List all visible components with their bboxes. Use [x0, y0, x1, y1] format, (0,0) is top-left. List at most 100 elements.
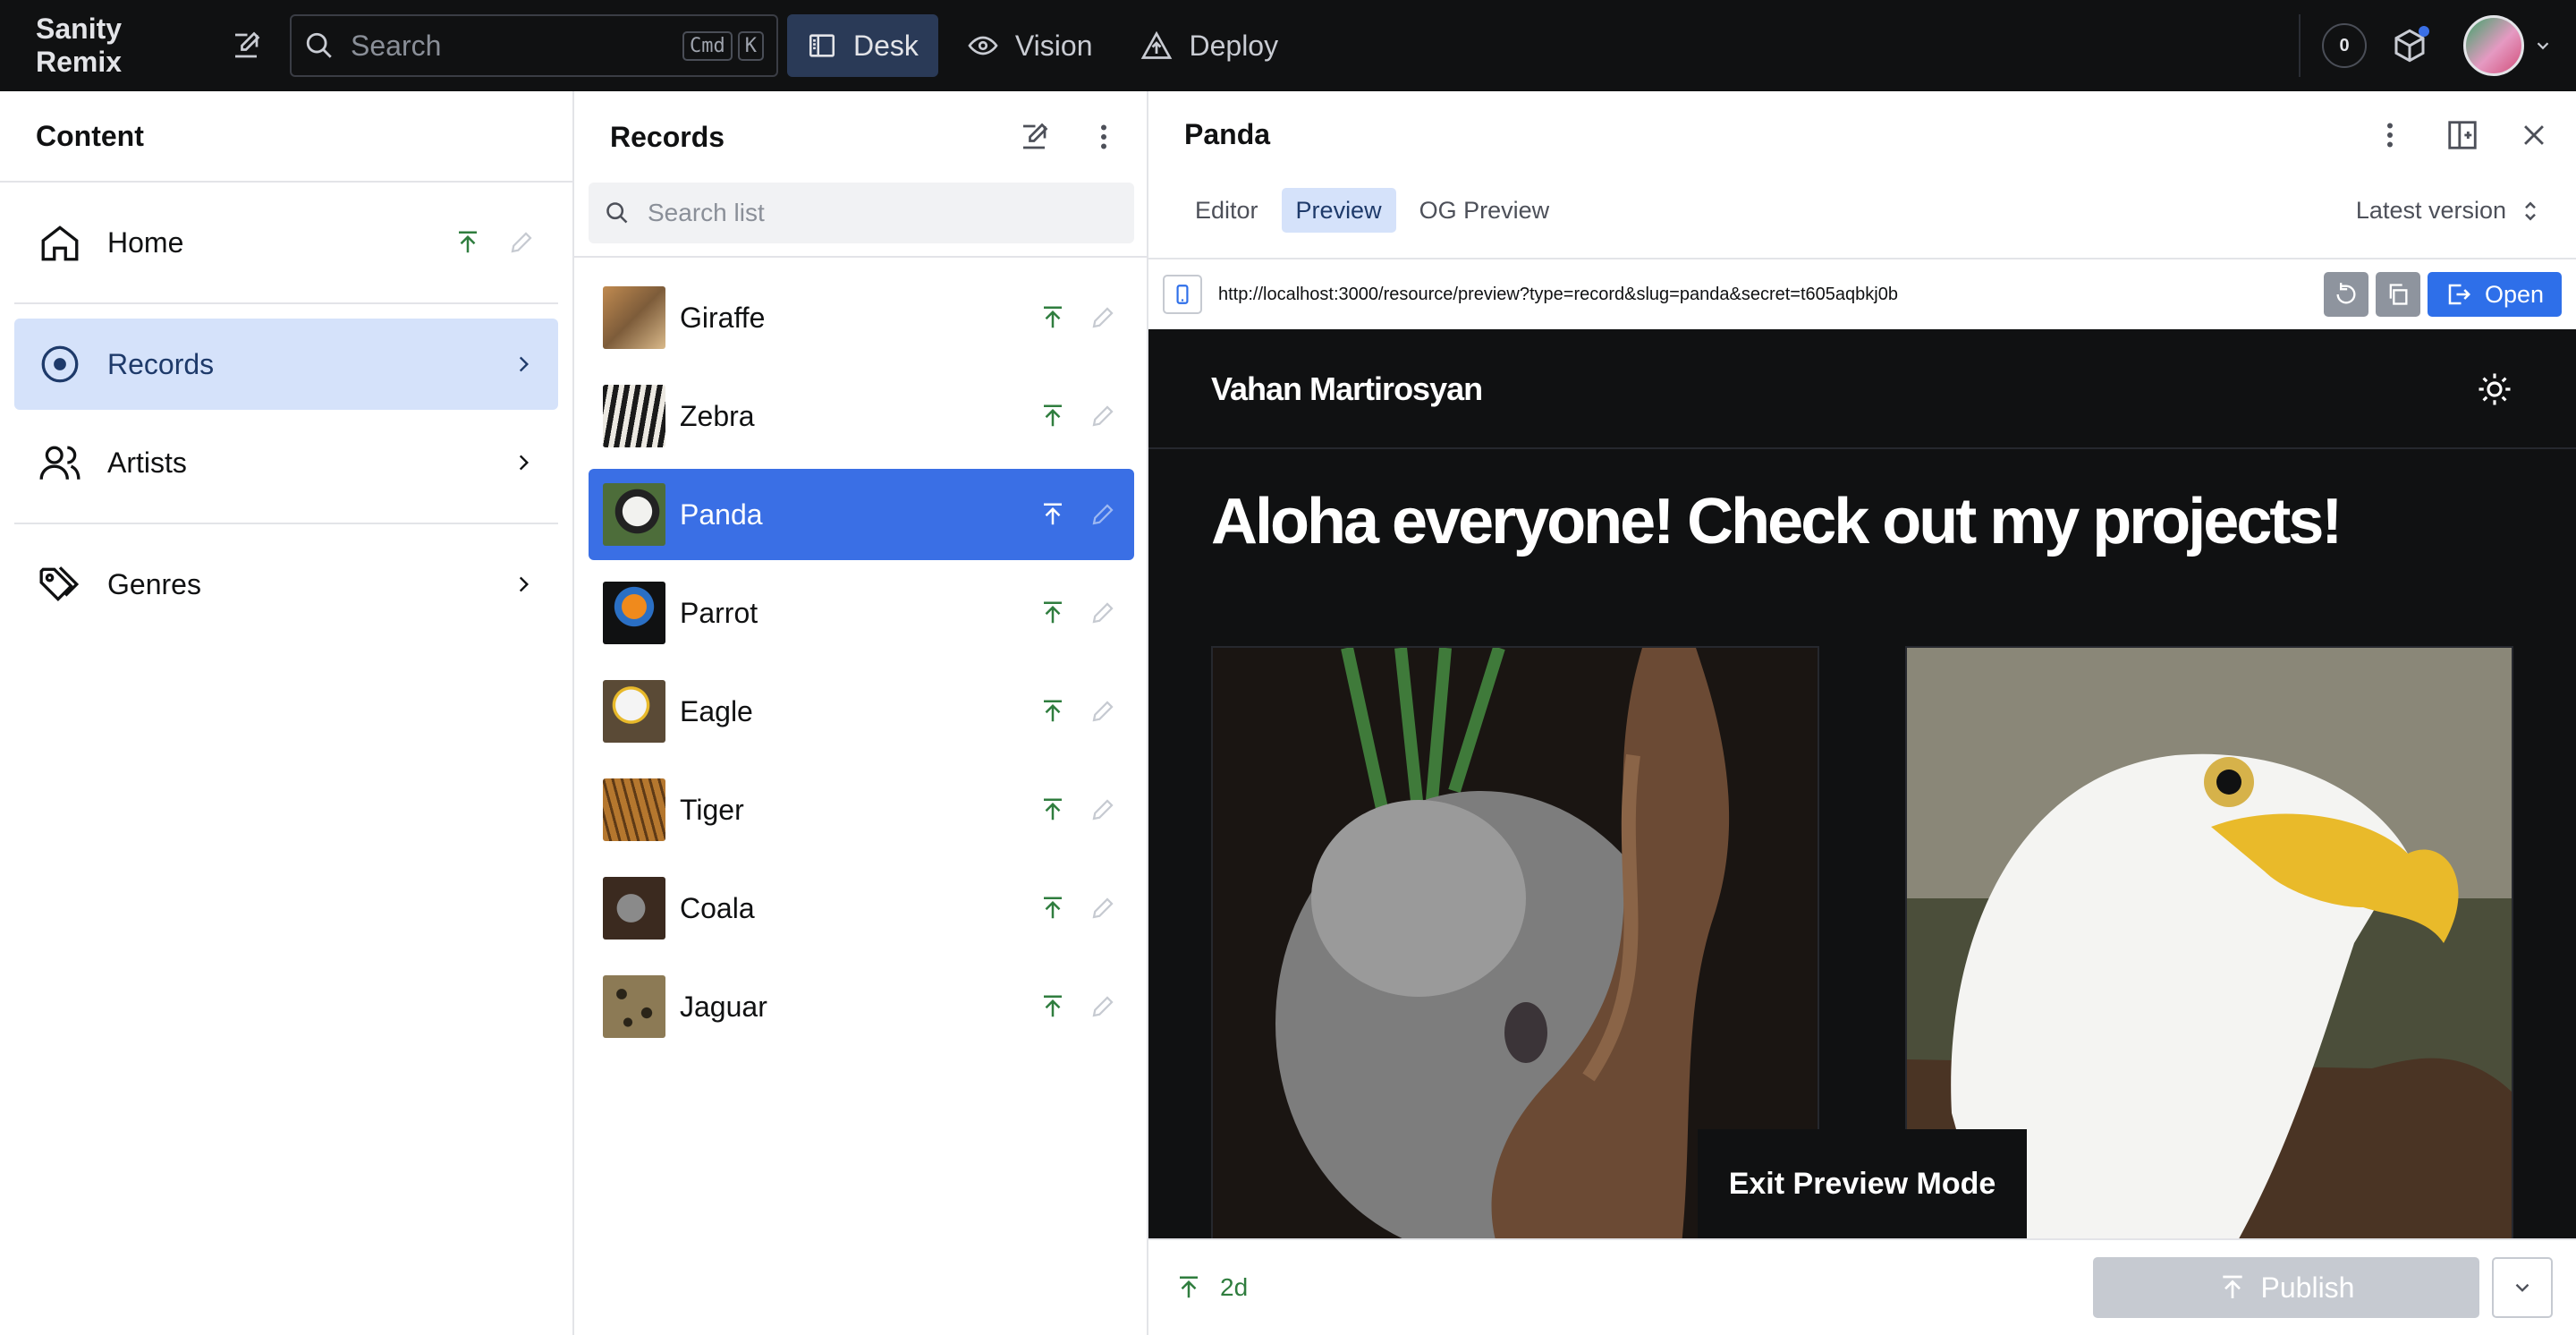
content-pane-title: Content: [0, 91, 572, 183]
menu-divider: [14, 523, 558, 524]
edit-icon: [1092, 996, 1114, 1017]
list-item[interactable]: Zebra: [589, 370, 1134, 462]
nav-vision[interactable]: Vision: [947, 14, 1113, 77]
split-pane-icon[interactable]: [2445, 118, 2479, 152]
published-icon: [1044, 995, 1062, 1017]
chevron-down-icon: [2515, 1283, 2529, 1292]
published-icon: [1044, 404, 1062, 427]
tiger-thumbnail: [603, 778, 665, 841]
content-item-artists[interactable]: Artists: [14, 417, 558, 508]
search-icon: [306, 32, 332, 58]
version-select[interactable]: Latest version: [2356, 197, 2540, 225]
shortcut-cmd: Cmd: [682, 30, 733, 61]
records-pane: Records Search list Giraffe Zebra Panda …: [574, 91, 1148, 1335]
edit-icon: [1092, 701, 1114, 722]
package-icon[interactable]: [2392, 26, 2429, 64]
list-item[interactable]: Parrot: [589, 567, 1134, 659]
content-pane: Content Home Records Artists Genres: [0, 91, 574, 1335]
record-label: Giraffe: [680, 301, 766, 334]
preview-divider: [1148, 447, 2576, 449]
app-brand[interactable]: Sanity Remix: [36, 13, 215, 79]
mobile-icon: [1176, 285, 1189, 304]
open-external-icon: [2448, 284, 2470, 305]
record-label: Eagle: [680, 694, 753, 727]
close-icon[interactable]: [2519, 120, 2549, 150]
global-search[interactable]: Search Cmd K: [290, 14, 778, 77]
edit-icon: [511, 232, 532, 253]
content-item-label: Artists: [107, 446, 187, 479]
record-label: Parrot: [680, 596, 758, 629]
open-label: Open: [2484, 280, 2544, 308]
nav-vision-label: Vision: [1014, 29, 1093, 62]
list-item[interactable]: Jaguar: [589, 961, 1134, 1052]
records-title: Records: [610, 120, 725, 153]
document-actions-menu[interactable]: [2492, 1257, 2553, 1318]
tab-preview[interactable]: Preview: [1281, 188, 1396, 233]
preview-site-name[interactable]: Vahan Martirosyan: [1211, 370, 1483, 408]
home-icon: [41, 225, 79, 261]
tags-icon: [39, 566, 80, 602]
reload-button[interactable]: [2323, 272, 2368, 317]
eye-icon: [968, 36, 998, 55]
content-item-records[interactable]: Records: [14, 319, 558, 410]
list-item-selected[interactable]: Panda: [589, 469, 1134, 560]
more-vertical-icon[interactable]: [1088, 121, 1120, 153]
record-label: Coala: [680, 891, 755, 924]
content-item-home[interactable]: Home: [14, 197, 558, 288]
record-label: Zebra: [680, 399, 755, 432]
list-item[interactable]: Eagle: [589, 666, 1134, 757]
notification-badge[interactable]: 0: [2322, 23, 2367, 68]
chevron-right-icon: [519, 455, 530, 471]
open-button[interactable]: Open: [2427, 272, 2562, 317]
more-vertical-icon[interactable]: [2374, 119, 2406, 151]
preview-url[interactable]: http://localhost:3000/resource/preview?t…: [1218, 285, 2324, 305]
tab-og-preview[interactable]: OG Preview: [1405, 188, 1564, 233]
document-pane: Panda Editor Preview OG Preview Latest v…: [1148, 91, 2576, 1335]
nav-deploy[interactable]: Deploy: [1121, 14, 1298, 77]
chevron-right-icon: [519, 576, 530, 592]
records-search-placeholder: Search list: [648, 199, 765, 226]
published-icon: [1044, 897, 1062, 919]
nav-desk-label: Desk: [853, 29, 919, 62]
record-label: Jaguar: [680, 990, 767, 1023]
edit-icon: [1092, 897, 1114, 919]
compose-icon[interactable]: [1018, 121, 1050, 153]
records-search-input[interactable]: Search list: [589, 183, 1134, 243]
shortcut-k: K: [737, 30, 764, 61]
desk-icon: [809, 34, 835, 57]
mobile-toggle[interactable]: [1163, 275, 1202, 314]
document-actions: [2374, 118, 2549, 152]
chevron-down-icon[interactable]: [2533, 36, 2553, 55]
content-item-genres[interactable]: Genres: [14, 539, 558, 630]
copy-button[interactable]: [2375, 272, 2420, 317]
reload-icon: [2336, 283, 2356, 304]
publish-label: Publish: [2260, 1271, 2355, 1304]
avatar[interactable]: [2463, 15, 2524, 76]
exit-preview-button[interactable]: Exit Preview Mode: [1698, 1129, 2027, 1238]
record-label: Tiger: [680, 793, 744, 826]
preview-headline: Aloha everyone! Check out my projects!: [1211, 486, 2343, 557]
zebra-thumbnail: [603, 385, 665, 447]
list-item[interactable]: Coala: [589, 863, 1134, 954]
nav-deploy-label: Deploy: [1189, 29, 1279, 62]
sun-icon[interactable]: [2476, 370, 2513, 408]
publish-button[interactable]: Publish: [2093, 1257, 2479, 1318]
record-label: Panda: [680, 497, 763, 531]
document-footer: 2d Publish: [1148, 1238, 2576, 1335]
document-title: Panda: [1184, 118, 1271, 150]
nav-desk[interactable]: Desk: [787, 14, 938, 77]
list-item[interactable]: Giraffe: [589, 272, 1134, 363]
search-icon: [606, 202, 628, 224]
compose-icon[interactable]: [215, 14, 277, 77]
edit-icon: [1092, 799, 1114, 821]
records-pane-title: Records: [574, 91, 1147, 183]
published-icon: [1044, 306, 1062, 328]
deploy-icon: [1141, 30, 1173, 59]
version-label: Latest version: [2355, 197, 2506, 224]
tab-editor[interactable]: Editor: [1181, 188, 1273, 233]
content-item-label: Records: [107, 347, 215, 380]
eagle-thumbnail: [603, 680, 665, 743]
edit-icon: [1092, 307, 1114, 328]
panda-thumbnail: [603, 483, 665, 546]
list-item[interactable]: Tiger: [589, 764, 1134, 855]
